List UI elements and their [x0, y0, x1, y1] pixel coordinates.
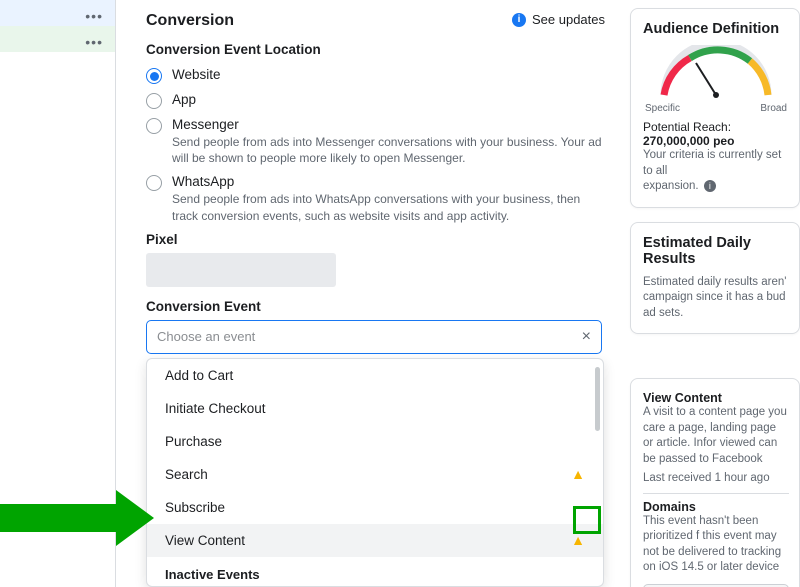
card-title: Estimated Daily Results [643, 235, 789, 267]
conversion-event-heading: Conversion Event [146, 299, 614, 314]
radio-icon[interactable] [146, 118, 162, 134]
card-title: Audience Definition [643, 21, 789, 37]
warning-icon: ▲ [571, 532, 585, 548]
radio-description: Send people from ads into Messenger conv… [172, 134, 602, 166]
conversion-location-heading: Conversion Event Location [146, 42, 614, 57]
event-option-initiate-checkout[interactable]: Initiate Checkout [147, 392, 603, 425]
domains-desc: This event hasn't been prioritized f thi… [643, 514, 789, 576]
scrollbar[interactable] [595, 367, 600, 431]
radio-label: Messenger [172, 117, 602, 132]
potential-reach: Potential Reach: 270,000,000 peo [643, 120, 789, 148]
info-icon: i [512, 13, 526, 27]
right-panel: Audience Definition Specific Broad Poten… [626, 0, 800, 587]
radio-label: WhatsApp [172, 174, 602, 189]
select-placeholder: Choose an event [157, 329, 255, 344]
radio-icon[interactable] [146, 175, 162, 191]
location-option-website[interactable]: Website [146, 63, 614, 88]
radio-icon[interactable] [146, 68, 162, 84]
radio-description: Send people from ads into WhatsApp conve… [172, 191, 602, 223]
audience-definition-card: Audience Definition Specific Broad Poten… [630, 8, 800, 208]
info-icon[interactable]: i [704, 180, 716, 192]
tooltip-desc: A visit to a content page you care a pag… [643, 405, 789, 467]
conversion-event-select[interactable]: Choose an event × [146, 320, 602, 354]
pixel-heading: Pixel [146, 232, 614, 247]
see-updates-link[interactable]: i See updates [512, 12, 605, 27]
estimated-daily-results-card: Estimated Daily Results Estimated daily … [630, 222, 800, 335]
gauge-label-specific: Specific [645, 103, 680, 114]
clear-icon[interactable]: × [582, 328, 591, 346]
event-option-search[interactable]: Search▲ [147, 458, 603, 491]
warning-icon: ▲ [571, 466, 585, 482]
event-option-subscribe[interactable]: Subscribe [147, 491, 603, 524]
edr-body: Estimated daily results aren' campaign s… [643, 275, 789, 322]
settings-pane: Conversion i See updates Conversion Even… [116, 0, 626, 587]
rail-item[interactable]: ••• [0, 0, 115, 26]
gauge-label-broad: Broad [760, 103, 787, 114]
event-option-purchase[interactable]: Purchase [147, 425, 603, 458]
domains-title: Domains [643, 500, 789, 514]
location-option-whatsapp[interactable]: WhatsApp Send people from ads into Whats… [146, 170, 614, 227]
audience-gauge [650, 45, 782, 101]
more-icon[interactable]: ••• [85, 8, 103, 24]
location-option-messenger[interactable]: Messenger Send people from ads into Mess… [146, 113, 614, 170]
event-option-add-to-cart[interactable]: Add to Cart [147, 359, 603, 392]
conversion-event-dropdown: Add to Cart Initiate Checkout Purchase S… [146, 358, 604, 587]
criteria-note: Your criteria is currently set to allexp… [643, 148, 789, 195]
event-option-view-content[interactable]: View Content▲ [147, 524, 603, 557]
view-content-tooltip: View Content A visit to a content page y… [630, 378, 800, 587]
more-icon[interactable]: ••• [85, 34, 103, 50]
rail-item[interactable]: ••• [0, 26, 115, 52]
radio-label: Website [172, 67, 221, 82]
last-received: Last received 1 hour ago [643, 471, 789, 487]
tooltip-title: View Content [643, 391, 789, 405]
location-option-app[interactable]: App [146, 88, 614, 113]
pixel-selector[interactable] [146, 253, 336, 287]
inactive-events-heading: Inactive Events [147, 557, 603, 586]
see-updates-label: See updates [532, 12, 605, 27]
radio-icon[interactable] [146, 93, 162, 109]
radio-label: App [172, 92, 196, 107]
campaign-rail: ••• ••• [0, 0, 116, 587]
